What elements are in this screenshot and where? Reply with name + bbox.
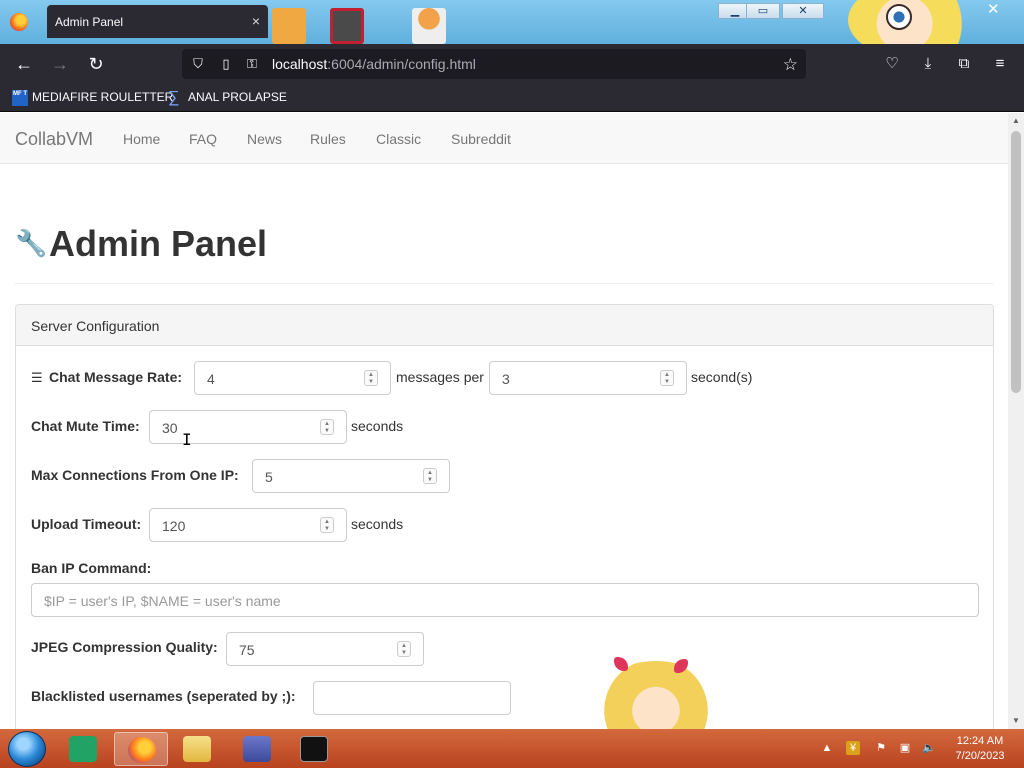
panel-heading: Server Configuration xyxy=(16,305,993,346)
blacklist-input[interactable] xyxy=(313,681,511,715)
ban-ip-label: Ban IP Command: xyxy=(31,560,152,576)
desktop-peek-icon xyxy=(272,8,306,44)
close-window-icon[interactable]: ✕ xyxy=(782,3,824,19)
ban-ip-input[interactable]: $IP = user's IP, $NAME = user's name xyxy=(31,583,979,617)
tracking-shield-icon[interactable]: ⛉ xyxy=(190,56,206,72)
number-spinner-icon[interactable]: ▲ ▼ xyxy=(320,517,334,533)
nav-home[interactable]: Home xyxy=(123,131,160,147)
browser-tab-active[interactable]: Admin Panel × xyxy=(47,5,268,38)
nav-classic[interactable]: Classic xyxy=(376,131,421,147)
nav-news[interactable]: News xyxy=(247,131,282,147)
number-spinner-icon[interactable]: ▲ ▼ xyxy=(397,641,411,657)
mute-time-label: Chat Mute Time: xyxy=(31,418,140,434)
upload-timeout-input[interactable]: 120 ▲ ▼ xyxy=(149,508,347,542)
window-app-icon xyxy=(243,736,271,762)
window-titlebar: Admin Panel × ▁ ▭ ✕ ✕ xyxy=(0,0,1024,44)
site-brand[interactable]: CollabVM xyxy=(15,129,93,150)
bookmark-mediafire[interactable]: MF T MEDIAFIRE ROULETTER xyxy=(12,90,173,106)
firefox-logo-icon xyxy=(10,13,28,31)
system-clock[interactable]: 12:24 AM 7/20/2023 xyxy=(950,734,1010,764)
number-spinner-icon[interactable]: ▲ ▼ xyxy=(364,370,378,386)
jpeg-quality-label: JPEG Compression Quality: xyxy=(31,639,218,655)
align-left-icon: ☰ xyxy=(31,370,43,385)
taskbar-firefox[interactable] xyxy=(114,732,168,766)
page-scrollbar[interactable]: ▲ ▼ xyxy=(1008,113,1024,729)
desktop-peek-icon xyxy=(330,8,364,44)
forward-icon[interactable]: → xyxy=(48,52,72,76)
scroll-up-icon[interactable]: ▲ xyxy=(1012,116,1020,125)
taskbar-explorer[interactable] xyxy=(170,732,224,766)
start-button[interactable] xyxy=(8,731,46,767)
back-icon[interactable]: ← xyxy=(12,52,36,76)
bookmark-anal-prolapse[interactable]: ∑ ANAL PROLAPSE xyxy=(168,90,287,106)
blacklist-label: Blacklisted usernames (seperated by ;): xyxy=(31,688,296,704)
upload-timeout-label: Upload Timeout: xyxy=(31,516,142,532)
max-connections-input[interactable]: 5 ▲ ▼ xyxy=(252,459,450,493)
extensions-icon[interactable]: ⧉ xyxy=(954,54,974,74)
max-connections-label: Max Connections From One IP: xyxy=(31,467,239,483)
upload-seconds-text: seconds xyxy=(351,516,404,532)
taskbar-cmd[interactable] xyxy=(287,732,341,766)
scrollbar-thumb[interactable] xyxy=(1011,131,1021,393)
number-spinner-icon[interactable]: ▲ ▼ xyxy=(320,419,334,435)
command-prompt-icon xyxy=(300,736,328,762)
address-bar[interactable]: ⛉ ▯ ⚿ localhost:6004/admin/config.html ☆ xyxy=(182,49,806,79)
windows-taskbar: ▲ ¥ ⚑ ▣ 🔈 12:24 AM 7/20/2023 xyxy=(0,729,1024,768)
maximize-icon[interactable]: ▭ xyxy=(746,3,780,19)
mute-time-input[interactable]: 30 ▲ ▼ xyxy=(149,410,347,444)
close-icon[interactable]: ✕ xyxy=(987,0,1000,18)
messages-per-text: messages per xyxy=(396,369,484,385)
reload-icon[interactable]: ↻ xyxy=(84,52,108,76)
divider xyxy=(15,283,993,284)
pocket-icon[interactable]: ♡ xyxy=(882,54,902,74)
clock-date: 7/20/2023 xyxy=(955,750,1005,762)
page-title: 🔧Admin Panel xyxy=(15,223,268,264)
scroll-down-icon[interactable]: ▼ xyxy=(1012,716,1020,725)
nav-faq[interactable]: FAQ xyxy=(189,131,217,147)
tray-expand-icon[interactable]: ▲ xyxy=(820,741,834,755)
sigma-icon: ∑ xyxy=(168,89,180,106)
chat-rate-label: ☰ Chat Message Rate: xyxy=(31,369,183,385)
jpeg-quality-input[interactable]: 75 ▲ ▼ xyxy=(226,632,424,666)
mediafire-icon: MF T xyxy=(12,90,28,106)
site-navbar: CollabVM Home FAQ News Rules Classic Sub… xyxy=(0,113,1008,164)
network-icon[interactable]: ▣ xyxy=(898,741,912,755)
tray-app-icon[interactable]: ¥ xyxy=(846,741,860,755)
nav-subreddit[interactable]: Subreddit xyxy=(451,131,511,147)
wrench-icon: 🔧 xyxy=(15,228,48,258)
server-config-panel: Server Configuration ☰ Chat Message Rate:… xyxy=(15,304,994,729)
volume-icon[interactable]: 🔈 xyxy=(922,741,936,755)
tab-close-icon[interactable]: × xyxy=(252,13,260,29)
spreadsheet-icon xyxy=(69,736,97,762)
seconds-paren-text: second(s) xyxy=(691,369,753,385)
nav-rules[interactable]: Rules xyxy=(310,131,346,147)
browser-toolbar: ← → ↻ ⛉ ▯ ⚿ localhost:6004/admin/config.… xyxy=(0,44,1024,84)
chat-rate-seconds-input[interactable]: 3 ▲ ▼ xyxy=(489,361,687,395)
clock-time: 12:24 AM xyxy=(956,735,1004,747)
firefox-icon xyxy=(128,737,156,763)
bookmark-star-icon[interactable]: ☆ xyxy=(783,55,798,75)
number-spinner-icon[interactable]: ▲ ▼ xyxy=(660,370,674,386)
chat-rate-messages-input[interactable]: 4 ▲ ▼ xyxy=(194,361,391,395)
page-viewport: CollabVM Home FAQ News Rules Classic Sub… xyxy=(0,113,1008,729)
action-center-icon[interactable]: ⚑ xyxy=(874,741,888,755)
menu-icon[interactable]: ≡ xyxy=(990,54,1010,74)
taskbar-spreadsheet-app[interactable] xyxy=(56,732,110,766)
bookmarks-toolbar: MF T MEDIAFIRE ROULETTER ∑ ANAL PROLAPSE xyxy=(0,84,1024,112)
sticker-eye-icon xyxy=(886,4,912,30)
url-text[interactable]: localhost:6004/admin/config.html xyxy=(272,56,476,72)
tab-title: Admin Panel xyxy=(55,15,124,29)
folder-icon xyxy=(183,736,211,762)
key-icon[interactable]: ⚿ xyxy=(244,56,260,72)
text-cursor-icon: I xyxy=(182,430,192,449)
desktop-peek-icon xyxy=(412,8,446,44)
number-spinner-icon[interactable]: ▲ ▼ xyxy=(423,468,437,484)
mute-seconds-text: seconds xyxy=(351,418,404,434)
downloads-icon[interactable]: ⤓ xyxy=(918,54,938,74)
taskbar-app[interactable] xyxy=(230,732,284,766)
page-info-icon[interactable]: ▯ xyxy=(218,56,234,72)
